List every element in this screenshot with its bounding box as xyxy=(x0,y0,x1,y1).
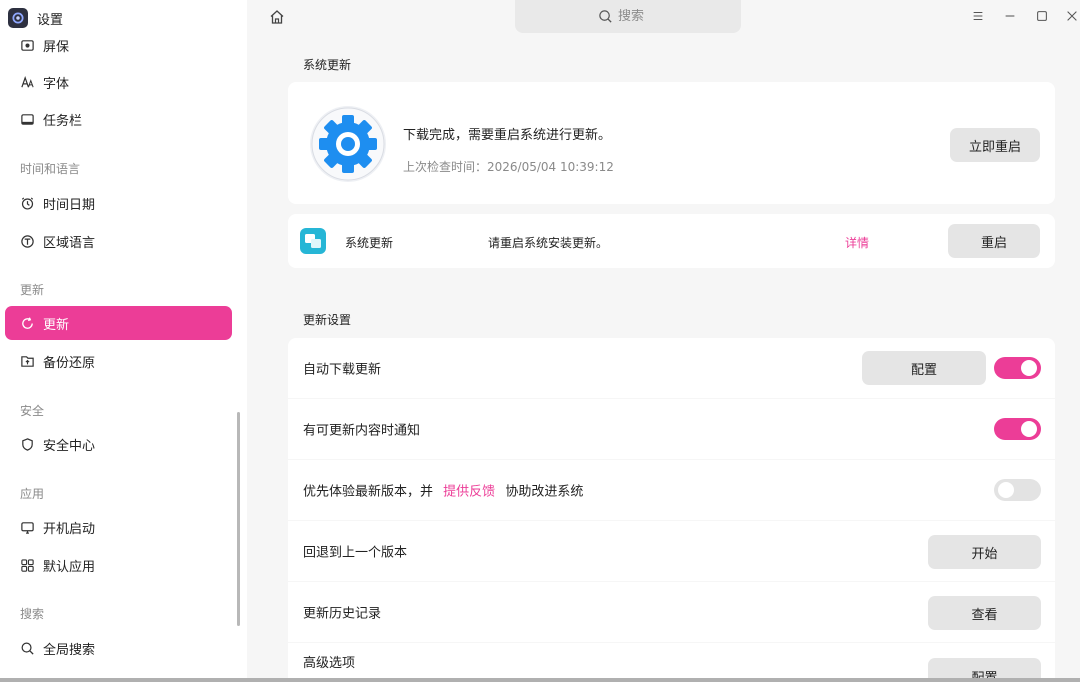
sidebar-item-screensaver[interactable]: 屏保 xyxy=(5,28,232,62)
advanced-label: 高级选项 xyxy=(303,656,356,671)
menu-button[interactable] xyxy=(970,8,986,24)
window-bottom-edge xyxy=(0,678,1080,682)
sidebar-item-label: 屏保 xyxy=(43,39,70,55)
update-item-message: 请重启系统安装更新。 xyxy=(488,236,609,250)
update-item-name: 系统更新 xyxy=(345,236,394,250)
search-icon xyxy=(21,642,34,655)
sidebar-item-label: 字体 xyxy=(43,76,70,92)
app-title: 设置 xyxy=(37,12,64,28)
maximize-button[interactable] xyxy=(1034,8,1050,24)
sidebar-item-label: 更新 xyxy=(43,317,70,333)
maximize-icon xyxy=(1037,11,1047,21)
update-status-text: 下载完成，需要重启系统进行更新。 xyxy=(403,128,612,143)
sidebar-item-label: 备份还原 xyxy=(43,355,96,371)
close-icon xyxy=(1067,11,1077,21)
toggle-knob xyxy=(998,482,1014,498)
last-check-time: 上次检查时间：2026/05/04 10:39:12 xyxy=(403,160,614,174)
update-settings-title: 更新设置 xyxy=(303,313,352,327)
auto-download-label: 自动下载更新 xyxy=(303,362,382,378)
search-input[interactable] xyxy=(618,9,658,24)
clock-icon xyxy=(21,196,34,210)
sidebar-section-apps: 应用 xyxy=(20,487,45,501)
sidebar-item-label: 时间日期 xyxy=(43,197,96,213)
language-icon xyxy=(21,234,34,248)
preview-toggle[interactable] xyxy=(994,479,1041,501)
sidebar-item-region-language[interactable]: 区域语言 xyxy=(5,224,232,258)
sidebar-item-label: 默认应用 xyxy=(43,559,96,575)
sidebar-item-default-apps[interactable]: 默认应用 xyxy=(5,548,232,582)
history-row: 更新历史记录 查看 xyxy=(288,582,1055,642)
sidebar-item-label: 区域语言 xyxy=(43,235,96,251)
feedback-link[interactable]: 提供反馈 xyxy=(443,485,495,500)
history-label: 更新历史记录 xyxy=(303,606,382,622)
sidebar-item-startup[interactable]: 开机启动 xyxy=(5,510,232,544)
sidebar-item-taskbar[interactable]: 任务栏 xyxy=(5,102,232,136)
minimize-icon xyxy=(1005,15,1015,17)
system-update-package-icon xyxy=(300,228,326,254)
backup-icon xyxy=(21,355,34,367)
auto-download-toggle[interactable] xyxy=(994,357,1041,379)
rollback-start-button[interactable]: 开始 xyxy=(928,535,1041,569)
details-link[interactable]: 详情 xyxy=(845,234,869,251)
notify-label: 有可更新内容时通知 xyxy=(303,423,421,439)
preview-label-prefix: 优先体验最新版本，并 xyxy=(303,484,434,500)
shield-icon xyxy=(22,437,33,451)
restart-now-button[interactable]: 立即重启 xyxy=(950,128,1040,162)
sidebar-section-search: 搜索 xyxy=(20,607,45,621)
sidebar-item-font[interactable]: 字体 xyxy=(5,65,232,99)
sidebar-item-label: 全局搜索 xyxy=(43,642,96,658)
settings-app-icon xyxy=(8,8,28,28)
notify-row: 有可更新内容时通知 xyxy=(288,399,1055,459)
sidebar-item-datetime[interactable]: 时间日期 xyxy=(5,186,232,220)
update-item-card: 系统更新 请重启系统安装更新。 详情 重启 xyxy=(288,214,1055,268)
rollback-label: 回退到上一个版本 xyxy=(303,545,408,561)
taskbar-icon xyxy=(21,113,34,125)
update-gear-icon xyxy=(308,104,388,184)
toggle-knob xyxy=(1021,421,1037,437)
refresh-icon xyxy=(22,316,33,329)
sidebar-item-security-center[interactable]: 安全中心 xyxy=(5,427,232,461)
auto-download-row: 自动下载更新 配置 xyxy=(288,338,1055,398)
sidebar-section-time: 时间和语言 xyxy=(20,162,81,176)
sidebar-section-update: 更新 xyxy=(20,283,45,297)
update-status-card: 下载完成，需要重启系统进行更新。 上次检查时间：2026/05/04 10:39… xyxy=(288,82,1055,204)
sidebar-item-update[interactable]: 更新 xyxy=(5,306,232,340)
screensaver-icon xyxy=(21,39,34,51)
notify-toggle[interactable] xyxy=(994,418,1041,440)
sidebar-item-label: 安全中心 xyxy=(43,438,96,454)
advanced-config-button[interactable]: 配置 xyxy=(928,658,1041,678)
home-icon xyxy=(270,10,284,24)
sidebar-item-label: 任务栏 xyxy=(43,113,83,129)
sidebar: 设置 屏保 字体 任务栏 时间和语言 时间日期 区域语言 更新 更新 备份还原 … xyxy=(0,0,247,682)
preview-label: 优先体验最新版本，并 提供反馈 协助改进系统 xyxy=(303,481,583,500)
search-box[interactable] xyxy=(515,0,741,33)
home-button[interactable] xyxy=(268,8,286,26)
system-update-title: 系统更新 xyxy=(303,58,352,72)
font-icon xyxy=(21,75,34,87)
menu-icon xyxy=(973,11,983,21)
sidebar-item-backup[interactable]: 备份还原 xyxy=(5,344,232,378)
close-button[interactable] xyxy=(1064,8,1080,24)
sidebar-item-global-search[interactable]: 全局搜索 xyxy=(5,631,232,665)
minimize-button[interactable] xyxy=(1002,8,1018,24)
preview-label-suffix: 协助改进系统 xyxy=(505,484,584,500)
rollback-row: 回退到上一个版本 开始 xyxy=(288,521,1055,581)
preview-row: 优先体验最新版本，并 提供反馈 协助改进系统 xyxy=(288,460,1055,520)
sidebar-section-security: 安全 xyxy=(20,404,45,418)
search-icon xyxy=(599,10,612,23)
apps-grid-icon xyxy=(21,558,34,572)
auto-download-config-button[interactable]: 配置 xyxy=(862,351,986,385)
advanced-row: 高级选项 配置 xyxy=(288,643,1055,678)
sidebar-item-label: 开机启动 xyxy=(43,521,96,537)
restart-button[interactable]: 重启 xyxy=(948,224,1040,258)
history-view-button[interactable]: 查看 xyxy=(928,596,1041,630)
startup-icon xyxy=(21,521,34,534)
toggle-knob xyxy=(1021,360,1037,376)
sidebar-scrollbar[interactable] xyxy=(237,412,240,626)
app-title-bar: 设置 xyxy=(8,7,63,29)
